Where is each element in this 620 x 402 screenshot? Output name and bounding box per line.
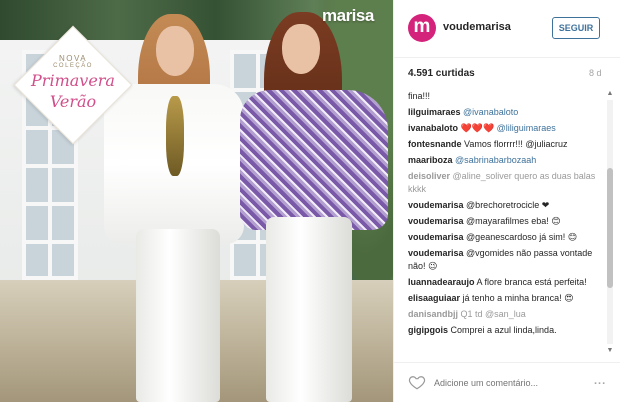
brand-logo: marisa (322, 6, 374, 25)
comment-item: voudemarisa @vgomides não passa vontade … (408, 247, 604, 273)
comment-item: maariboza @sabrinabarbozaah (408, 154, 604, 167)
model-right (240, 12, 390, 402)
comment-text: Vamos florrrr!!! @juliacruz (464, 139, 568, 149)
badge-line-colecao: COLEÇÃO (53, 63, 93, 69)
scroll-thumb[interactable] (607, 168, 613, 288)
comment-item: danisandbjj Q1 td @san_lua (408, 308, 604, 321)
comments-scrollbar[interactable]: ▲ ▼ (606, 90, 614, 356)
comment-text: @ivanabaloto (463, 107, 519, 117)
comment-username[interactable]: voudemarisa (408, 200, 464, 210)
comment-text: já tenho a minha branca! 😍 (462, 293, 574, 303)
post-timestamp[interactable]: 8 d (589, 68, 602, 78)
avatar[interactable]: m (408, 14, 436, 42)
comment-text: @sabrinabarbozaah (455, 155, 537, 165)
comment-item: voudemarisa @geanescardoso já sim! 😊 (408, 231, 604, 244)
badge-line-nova: NOVA (58, 54, 88, 63)
comment-username[interactable]: voudemarisa (408, 232, 464, 242)
comment-username[interactable]: ivanabaloto (408, 123, 458, 133)
comment-text: Q1 td @san_lua (460, 309, 526, 319)
comment-text: Comprei a azul linda,linda. (450, 325, 557, 335)
comment-item: gigipgois Comprei a azul linda,linda. (408, 324, 604, 337)
comment-username[interactable]: voudemarisa (408, 248, 464, 258)
comment-text: A flore branca está perfeita! (476, 277, 587, 287)
scroll-down-arrow-icon[interactable]: ▼ (606, 347, 614, 355)
comment-item: voudemarisa @mayarafilmes eba! 😊 (408, 215, 604, 228)
more-options-icon[interactable]: ... (594, 375, 610, 389)
comment-username[interactable]: lilguimaraes (408, 107, 461, 117)
comment-item: ivanabaloto ❤️❤️❤️ @liliguimaraes (408, 122, 604, 135)
comment-item: fina!!! (408, 90, 604, 103)
post-photo[interactable]: marisa NOVA COLEÇÃO Primavera Verão (0, 0, 393, 402)
comment-item: elisaaguiaar já tenho a minha branca! 😍 (408, 292, 604, 305)
comment-text: @brechoretrocicle ❤ (466, 200, 550, 210)
collection-badge: NOVA COLEÇÃO Primavera Verão (13, 25, 133, 145)
badge-line-verao: Verão (49, 92, 97, 111)
scroll-up-arrow-icon[interactable]: ▲ (606, 90, 614, 98)
comment-item: luannadearaujo A flore branca está perfe… (408, 276, 604, 289)
comment-item: deisoliver @aline_soliver quero as duas … (408, 170, 604, 196)
comments-list: fina!!! lilguimaraes @ivanabaloto ivanabal… (408, 90, 604, 356)
comment-item: fontesnande Vamos florrrr!!! @juliacruz (408, 138, 604, 151)
comment-input[interactable] (434, 375, 594, 391)
comment-text: fina!!! (408, 91, 431, 101)
comment-footer: ... (394, 362, 620, 402)
comment-username[interactable]: maariboza (408, 155, 453, 165)
comment-item: voudemarisa @brechoretrocicle ❤ (408, 199, 604, 212)
comment-username[interactable]: deisoliver (408, 171, 450, 181)
comment-item: lilguimaraes @ivanabaloto (408, 106, 604, 119)
post-header: m voudemarisa SEGUIR (394, 0, 620, 58)
comment-username[interactable]: gigipgois (408, 325, 448, 335)
follow-button[interactable]: SEGUIR (552, 17, 600, 39)
heart-icon[interactable] (408, 373, 426, 391)
comment-username[interactable]: danisandbjj (408, 309, 458, 319)
badge-line-primavera: Primavera (31, 71, 115, 90)
comment-username[interactable]: voudemarisa (408, 216, 464, 226)
comment-username[interactable]: luannadearaujo (408, 277, 475, 287)
comment-username[interactable]: fontesnande (408, 139, 462, 149)
username-link[interactable]: voudemarisa (443, 21, 511, 33)
comment-text: @mayarafilmes eba! 😊 (466, 216, 561, 226)
post-side-panel: m voudemarisa SEGUIR 4.591 curtidas 8 d … (393, 0, 620, 402)
comment-username[interactable]: elisaaguiaar (408, 293, 460, 303)
comment-text: ❤️❤️❤️ @liliguimaraes (460, 123, 556, 133)
comment-text: @geanescardoso já sim! 😊 (466, 232, 578, 242)
likes-count[interactable]: 4.591 curtidas (408, 68, 475, 79)
